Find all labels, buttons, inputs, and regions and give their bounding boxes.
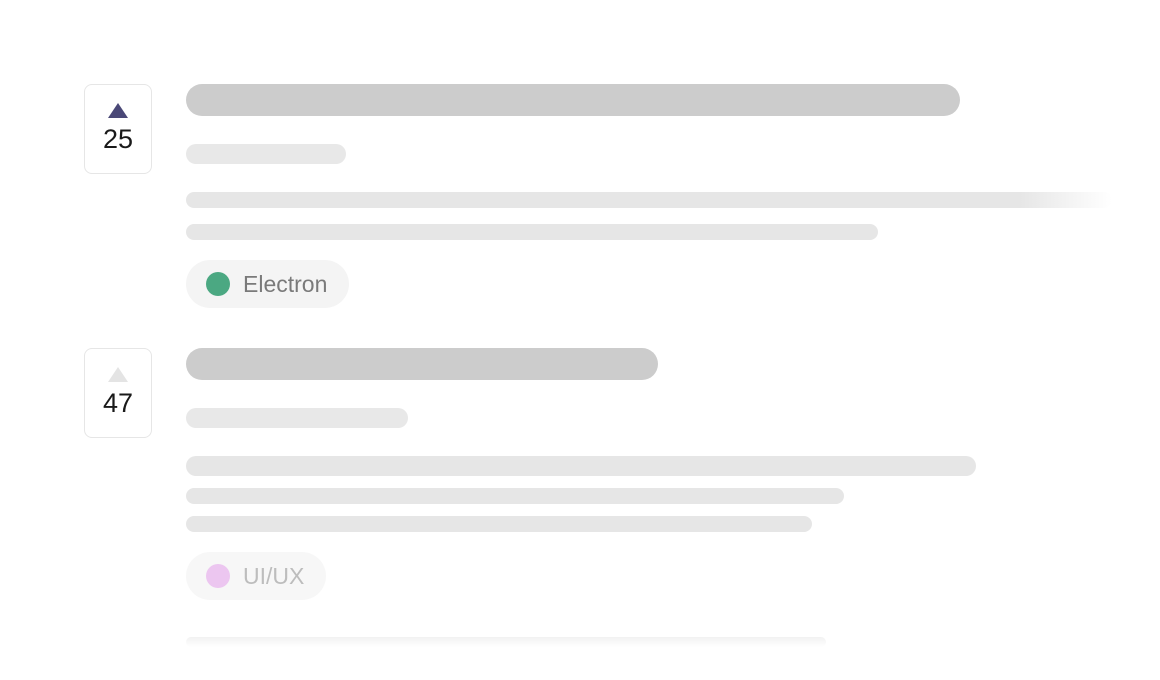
category-tag[interactable]: Electron [186,260,350,308]
category-dot-icon [206,272,230,296]
upvote-button[interactable]: 47 [84,348,152,438]
vote-count: 47 [102,388,134,418]
next-post-skeleton-fade [186,637,826,647]
category-dot-icon [206,564,230,588]
post-body-skeleton-line [186,456,976,476]
category-tag-label: UI/UX [243,562,305,589]
post-title-skeleton [186,84,960,116]
post-meta-skeleton [186,144,346,164]
upvote-arrow-icon [108,103,128,118]
upvote-button[interactable]: 25 [84,84,152,174]
post-body-skeleton-line [186,488,844,504]
post-body-skeleton-line [186,192,1112,208]
post-title-skeleton [186,348,658,380]
vote-count: 25 [102,124,134,154]
upvote-arrow-icon [108,367,128,382]
post-body-skeleton-line [186,516,812,532]
post-body-skeleton-line [186,224,878,240]
post-meta-skeleton [186,408,408,428]
category-tag[interactable]: UI/UX [186,552,327,600]
feature-request-list: 25 Electron 47 UI/UX [0,0,1160,680]
category-tag-label: Electron [243,270,328,297]
